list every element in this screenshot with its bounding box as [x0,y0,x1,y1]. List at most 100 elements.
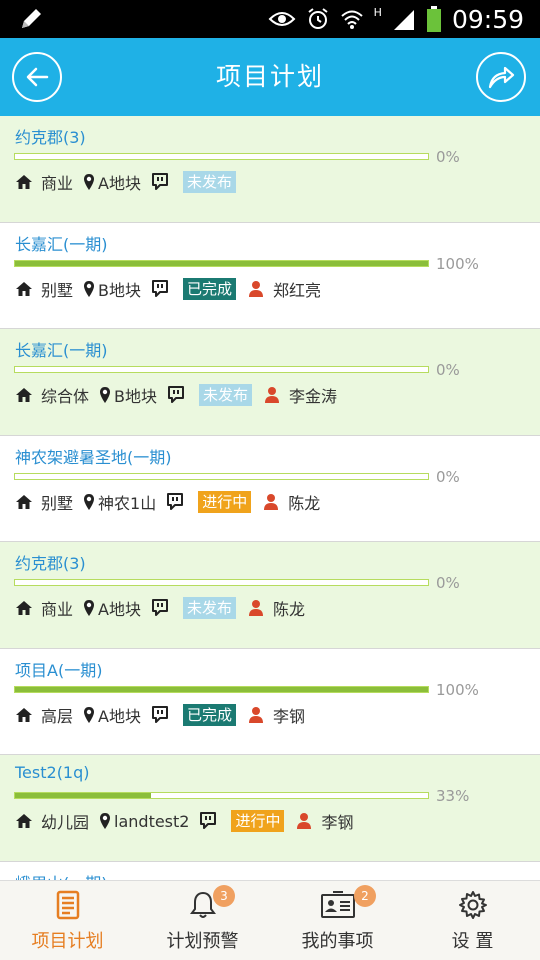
battery-icon [426,6,441,32]
project-meta: 商业 A地块 未发布 陈龙 [15,594,305,622]
notification-badge: 3 [213,885,235,907]
project-plot: B地块 [114,387,157,406]
wifi-icon [341,10,363,29]
project-list-item[interactable]: 项目A(一期) 100% 高层 A地块 已完成 李钢 [0,648,540,755]
id-card-icon [320,890,356,920]
chat-icon[interactable] [166,492,184,511]
progress-percent: 33% [436,787,470,805]
pencil-icon [22,9,41,28]
project-plot: B地块 [98,280,141,300]
chat-icon[interactable] [167,386,185,404]
home-icon [15,173,33,191]
progress-bar [14,366,429,373]
status-badge: 已完成 [182,703,236,726]
progress-bar [14,472,429,480]
location-pin-icon [99,386,111,404]
chat-icon[interactable] [151,599,169,617]
status-badge: 未发布 [182,597,236,619]
project-meta: 别墅 B地块 已完成 郑红亮 [15,275,321,303]
user-icon [296,812,312,830]
project-type: 综合体 [41,387,90,406]
tab-label: 设 置 [451,931,494,952]
project-meta: 综合体 B地块 未发布 李金涛 [15,381,337,409]
location-pin-icon [83,173,95,191]
chat-icon[interactable] [199,812,217,830]
project-type: 别墅 [41,280,74,300]
project-owner: 陈龙 [288,493,321,513]
notification-badge: 2 [354,885,376,907]
home-icon [15,386,33,404]
project-plot: landtest2 [114,811,190,831]
project-list-item[interactable]: 长嘉汇(一期) 100% 别墅 B地块 已完成 郑红亮 [0,222,540,329]
location-pin-icon [83,280,95,298]
progress-percent: 0% [436,467,460,486]
project-list[interactable]: 约克郡(3) 0% 商业 A地块 未发布 长嘉汇(一期) 100% 别墅 B地块… [0,116,540,880]
progress-fill [15,793,152,798]
project-name: 约克郡(3) [15,554,86,573]
status-badge: 进行中 [198,490,252,513]
tab-project-plan[interactable]: 项目计划 [0,881,135,960]
project-plot: A地块 [98,174,141,193]
location-pin-icon [83,706,95,724]
project-owner: 郑红亮 [273,280,322,300]
progress-bar [14,153,429,160]
progress-bar [14,792,429,799]
project-meta: 幼儿园 landtest2 进行中 李钢 [15,807,354,835]
project-meta: 商业 A地块 未发布 [15,168,236,196]
project-plot: A地块 [98,706,141,726]
user-icon [264,386,280,404]
project-type: 商业 [41,600,74,619]
project-list-item[interactable]: 长嘉汇(一期) 0% 综合体 B地块 未发布 李金涛 [0,329,540,436]
progress-bar [14,579,429,586]
project-name: 约克郡(3) [15,128,86,147]
chat-icon[interactable] [151,173,169,191]
project-type: 商业 [41,174,74,193]
chat-icon[interactable] [151,279,169,298]
progress-fill [15,686,428,692]
document-icon [53,890,83,920]
project-list-item[interactable]: 峨眉山(一期) [0,861,540,881]
user-icon [248,280,264,298]
share-button[interactable] [476,52,526,102]
project-name: 长嘉汇(一期) [15,234,108,254]
project-list-item[interactable]: 约克郡(3) 0% 商业 A地块 未发布 [0,116,540,223]
user-icon [248,706,264,724]
project-name: 神农架避暑圣地(一期) [15,447,172,467]
project-type: 高层 [41,706,74,726]
progress-bar [14,259,429,267]
page-title: 项目计划 [215,62,324,91]
gear-icon [458,890,488,920]
project-list-item[interactable]: 神农架避暑圣地(一期) 0% 别墅 神农1山 进行中 陈龙 [0,435,540,542]
status-bar: H 09:59 [0,0,540,38]
project-type: 幼儿园 [41,813,90,832]
status-badge: 已完成 [183,277,237,300]
progress-bar [14,685,429,693]
project-name: 峨眉山(一期) [15,870,108,881]
network-type: H [373,6,382,19]
status-badge: 进行中 [231,810,285,832]
tab-settings[interactable]: 设 置 [405,881,540,960]
clock: 09:59 [451,4,524,34]
project-owner: 李钢 [272,706,305,726]
eye-icon [268,12,296,26]
project-name: 长嘉汇(一期) [15,341,108,360]
chat-icon[interactable] [151,705,169,724]
tab-my-items[interactable]: 我的事项 2 [270,881,405,960]
location-pin-icon [99,812,111,830]
project-owner: 陈龙 [272,600,305,619]
tab-label: 项目计划 [31,931,104,952]
project-owner: 李钢 [321,813,354,832]
progress-percent: 0% [436,574,460,592]
project-type: 别墅 [41,493,74,513]
bottom-nav: 项目计划 计划预警 3 我的事项 2 设 置 [0,880,540,960]
tab-label: 计划预警 [166,931,239,952]
tab-plan-alert[interactable]: 计划预警 3 [135,881,270,960]
progress-fill [15,260,428,266]
home-icon [15,493,33,511]
progress-percent: 100% [436,680,479,699]
project-list-item[interactable]: Test2(1q) 33% 幼儿园 landtest2 进行中 李钢 [0,755,540,862]
home-icon [15,706,33,724]
share-icon [488,66,515,89]
project-list-item[interactable]: 约克郡(3) 0% 商业 A地块 未发布 陈龙 [0,542,540,649]
user-icon [248,599,264,617]
